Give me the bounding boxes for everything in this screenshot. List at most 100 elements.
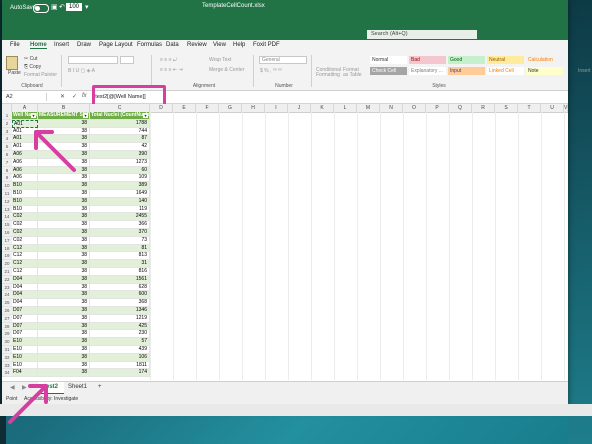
filter-dropdown-icon[interactable]: ▾ [31,113,36,118]
column-header-f[interactable]: F [196,104,219,112]
row-header[interactable]: 18 [2,244,12,253]
nuclei-count-cell[interactable]: 439 [90,346,150,354]
measurement-id-cell[interactable]: 38 [38,190,90,198]
row-header[interactable]: 34 [2,369,12,378]
tab-file[interactable]: File [10,42,20,48]
tab-insert[interactable]: Insert [54,42,69,48]
measurement-id-cell[interactable]: 38 [38,299,90,307]
measurement-id-cell[interactable]: 38 [38,307,90,315]
row-header[interactable]: 8 [2,166,12,175]
align-top-icons[interactable]: ≡ ≡ ≡ ⤾ [160,57,177,63]
row-header[interactable]: 33 [2,361,12,370]
align-left-icons[interactable]: ≡ ≡ ≡ ⇤ ⇥ [160,67,183,73]
nuclei-count-cell[interactable]: 60 [90,166,150,175]
merge-center-button[interactable]: Merge & Center [209,67,244,73]
autosave-toggle[interactable] [33,4,49,13]
table-header-cell[interactable]: Well Name ▾ [12,112,38,120]
select-all-corner[interactable] [2,104,12,112]
add-sheet-button[interactable]: + [92,382,108,393]
measurement-id-cell[interactable]: 38 [38,252,90,261]
format-painter-button[interactable]: Format Painter [24,72,57,78]
well-name-cell[interactable]: D04 [12,283,38,292]
well-name-cell[interactable]: C02 [12,236,38,245]
undo-icon[interactable]: ↶ [59,3,65,11]
row-header[interactable]: 14 [2,213,12,222]
measurement-id-cell[interactable]: 38 [38,330,90,339]
row-header[interactable]: 31 [2,346,12,354]
copy-button[interactable]: ⎘ Copy [24,64,41,70]
column-header-u[interactable]: U [541,104,564,112]
measurement-id-cell[interactable]: 38 [38,361,90,370]
sheet-tab-sheet1[interactable]: Sheet1 [62,382,93,393]
font-size-box[interactable] [120,56,134,64]
measurement-id-cell[interactable]: 38 [38,213,90,222]
search-input[interactable]: Search (Alt+Q) [367,30,477,39]
nuclei-count-cell[interactable]: 816 [90,268,150,276]
row-header[interactable]: 11 [2,190,12,198]
nuclei-count-cell[interactable]: 1561 [90,275,150,284]
row-header[interactable]: 30 [2,338,12,346]
nuclei-count-cell[interactable]: 106 [90,353,150,362]
cell-style-bad[interactable]: Bad [409,56,446,64]
well-name-cell[interactable]: C12 [12,268,38,276]
column-header-n[interactable]: N [380,104,403,112]
measurement-id-cell[interactable]: 38 [38,244,90,253]
filter-dropdown-icon[interactable]: ▾ [143,113,148,118]
tab-page-layout[interactable]: Page Layout [99,42,133,48]
nuclei-count-cell[interactable]: 389 [90,182,150,190]
well-name-cell[interactable]: B10 [12,197,38,206]
nuclei-count-cell[interactable]: 368 [90,299,150,307]
well-name-cell[interactable]: D07 [12,314,38,323]
nuclei-count-cell[interactable]: 1811 [90,361,150,370]
nuclei-count-cell[interactable]: 600 [90,291,150,300]
nuclei-count-cell[interactable]: 1273 [90,158,150,167]
name-box[interactable]: A2 [6,93,47,101]
measurement-id-cell[interactable]: 38 [38,236,90,245]
row-header[interactable]: 4 [2,135,12,144]
chevron-down-icon[interactable]: ▾ [85,3,89,11]
well-name-cell[interactable]: D07 [12,330,38,339]
cell-style-check-cell[interactable]: Check Cell [370,67,407,75]
column-header-k[interactable]: K [311,104,334,112]
tab-formulas[interactable]: Formulas [137,42,162,48]
well-name-cell[interactable]: C02 [12,229,38,237]
row-header[interactable]: 20 [2,260,12,268]
well-name-cell[interactable]: C02 [12,213,38,222]
row-header[interactable]: 24 [2,291,12,300]
measurement-id-cell[interactable]: 38 [38,260,90,268]
row-header[interactable]: 15 [2,221,12,229]
measurement-id-cell[interactable]: 38 [38,275,90,284]
row-header[interactable]: 19 [2,252,12,261]
nuclei-count-cell[interactable]: 370 [90,229,150,237]
cell-style-explanatory[interactable]: Explanatory ... [409,67,446,75]
row-header[interactable]: 3 [2,127,12,136]
nuclei-count-cell[interactable]: 174 [90,369,150,378]
tab-help[interactable]: Help [233,42,245,48]
row-header[interactable]: 13 [2,205,12,214]
tab-draw[interactable]: Draw [77,42,91,48]
measurement-id-cell[interactable]: 38 [38,369,90,378]
well-name-cell[interactable]: E10 [12,353,38,362]
nuclei-count-cell[interactable]: 1346 [90,307,150,315]
row-header[interactable]: 2 [2,119,12,128]
column-header-a[interactable]: A [12,104,38,112]
nuclei-count-cell[interactable]: 230 [90,330,150,339]
column-header-q[interactable]: Q [449,104,472,112]
column-header-m[interactable]: M [357,104,380,112]
column-header-i[interactable]: I [265,104,288,112]
row-header[interactable]: 10 [2,182,12,190]
measurement-id-cell[interactable]: 38 [38,353,90,362]
insert-cells-button[interactable]: Insert [578,68,591,74]
column-header-d[interactable]: D [150,104,173,112]
measurement-id-cell[interactable]: 38 [38,268,90,276]
nuclei-count-cell[interactable]: 140 [90,197,150,206]
well-name-cell[interactable]: D04 [12,291,38,300]
well-name-cell[interactable]: D04 [12,299,38,307]
confirm-icon[interactable]: ✓ [72,93,77,100]
row-header[interactable]: 29 [2,330,12,339]
nuclei-count-cell[interactable]: 1788 [90,119,150,128]
measurement-id-cell[interactable]: 38 [38,205,90,214]
column-header-r[interactable]: R [472,104,495,112]
tab-review[interactable]: Review [187,42,207,48]
well-name-cell[interactable]: D04 [12,275,38,284]
